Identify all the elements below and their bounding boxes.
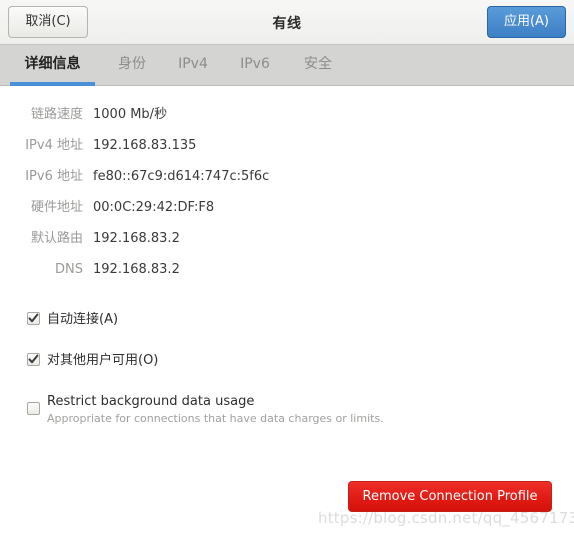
tab-bar: 详细信息 身份 IPv4 IPv6 安全 [0,45,574,86]
option-row[interactable]: Restrict background data usage Appropriat… [0,393,574,425]
detail-row: 默认路由 192.168.83.2 [0,228,574,259]
detail-label: IPv4 地址 [25,138,83,153]
connection-details-list: 链路速度 1000 Mb/秒 IPv4 地址 192.168.83.135 IPv6 地… [0,104,574,290]
detail-value: 192.168.83.2 [93,262,180,277]
checkbox-unchecked-icon[interactable] [27,402,40,415]
remove-connection-profile-button[interactable]: Remove Connection Profile [348,481,552,512]
detail-label: 默认路由 [30,231,83,246]
option-label: 对其他用户可用(O) [47,353,159,368]
detail-value: 1000 Mb/秒 [93,107,168,122]
detail-label: 链路速度 [30,107,83,122]
option-row[interactable]: 对其他用户可用(O) [0,352,574,383]
option-label: 自动连接(A) [47,312,119,327]
detail-label: 硬件地址 [30,200,83,215]
tab-5[interactable]: 安全 [291,45,345,86]
tab-4[interactable]: IPv6 [231,45,279,86]
tab-1[interactable]: 详细信息 [10,45,95,86]
option-row[interactable]: 自动连接(A) [0,311,574,342]
detail-label: IPv6 地址 [25,169,83,184]
option-label: Restrict background data usage [47,394,255,409]
tab-3[interactable]: IPv4 [169,45,217,86]
detail-value: 192.168.83.135 [93,138,197,153]
detail-row: IPv4 地址 192.168.83.135 [0,135,574,166]
detail-row: DNS 192.168.83.2 [0,259,574,290]
detail-value: 192.168.83.2 [93,231,180,246]
apply-button[interactable]: 应用(A) [487,6,566,38]
detail-label: DNS [55,262,83,277]
title-bar: 取消(C) 有线 应用(A) [0,0,574,45]
tab-2[interactable]: 身份 [105,45,159,86]
checkbox-checked-icon[interactable] [27,312,40,325]
option-subtitle: Appropriate for connections that have da… [47,412,384,425]
detail-value: 00:0C:29:42:DF:F8 [93,200,215,215]
detail-row: 链路速度 1000 Mb/秒 [0,104,574,135]
detail-row: IPv6 地址 fe80::67c9:d614:747c:5f6c [0,166,574,197]
detail-value: fe80::67c9:d614:747c:5f6c [93,169,270,184]
checkbox-checked-icon[interactable] [27,353,40,366]
detail-row: 硬件地址 00:0C:29:42:DF:F8 [0,197,574,228]
